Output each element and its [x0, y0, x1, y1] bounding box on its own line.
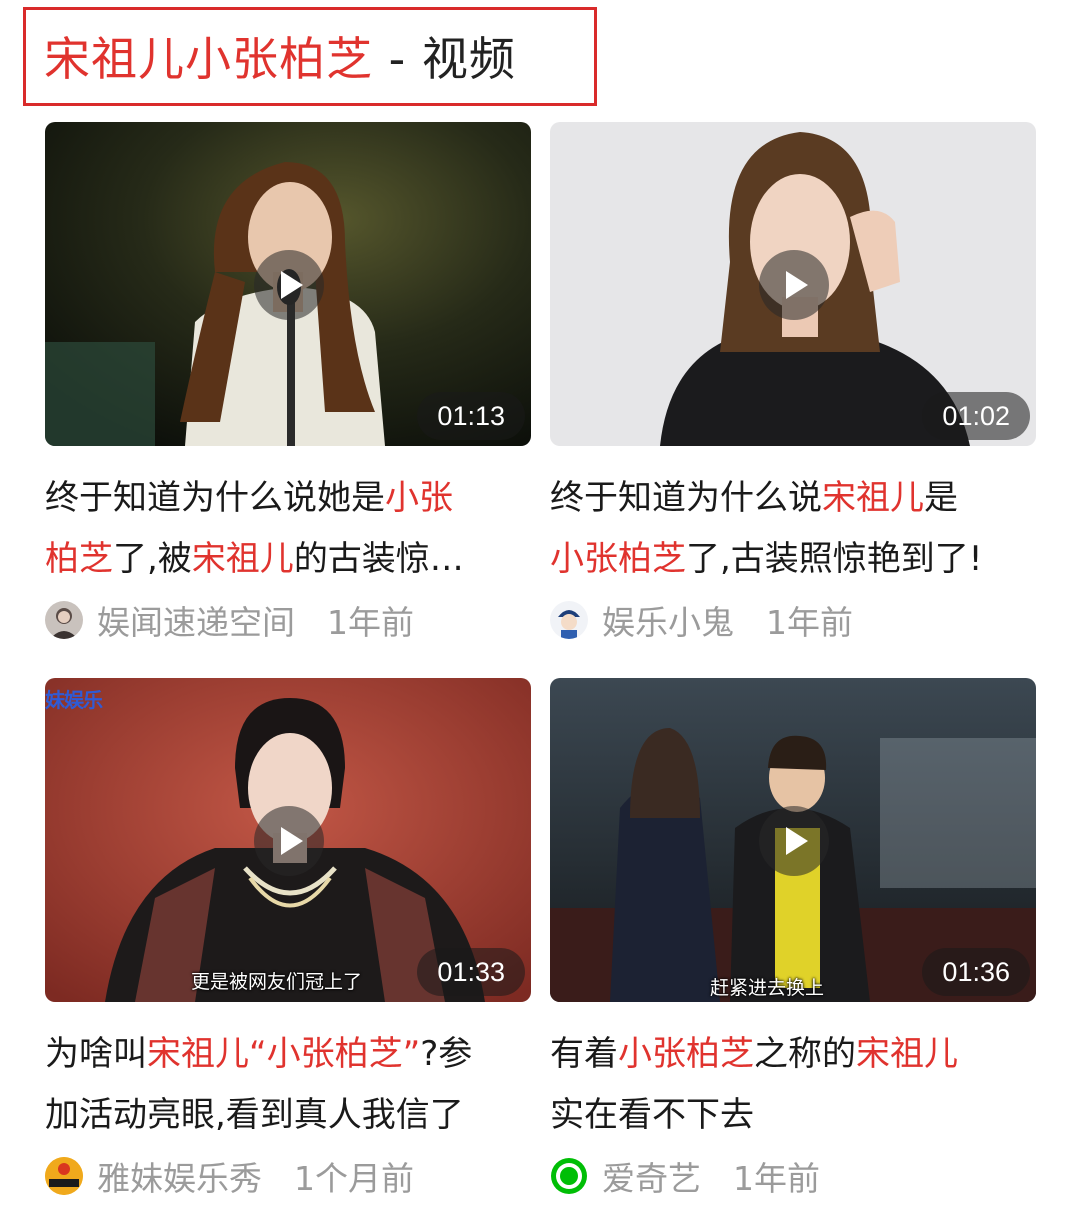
section-separator: -: [373, 32, 422, 86]
video-meta: 雅妹娱乐秀 1个月前: [45, 1154, 414, 1198]
play-icon[interactable]: [254, 806, 324, 876]
publish-time: 1年前: [766, 603, 853, 642]
video-title-line-2: 实在看不下去: [550, 1095, 754, 1135]
video-meta: 爱奇艺 1年前: [550, 1154, 820, 1198]
video-title-line-1: 终于知道为什么说宋祖儿是: [550, 478, 958, 518]
video-duration: 01:33: [417, 948, 525, 996]
cartoon-avatar-icon[interactable]: [550, 601, 588, 639]
video-duration: 01:13: [417, 392, 525, 440]
section-keyword: 宋祖儿小张柏芝: [44, 32, 373, 86]
publish-time: 1年前: [327, 603, 414, 642]
author-name[interactable]: 雅妹娱乐秀: [97, 1152, 262, 1200]
section-title[interactable]: 宋祖儿小张柏芝 - 视频: [44, 26, 516, 92]
video-title-line-2: 柏芝了,被宋祖儿的古装惊…: [45, 539, 464, 579]
video-title-line-2: 加活动亮眼,看到真人我信了: [45, 1095, 464, 1135]
channel-watermark: 妹娱乐: [45, 688, 103, 712]
video-title[interactable]: 终于知道为什么说她是小张 柏芝了,被宋祖儿的古装惊…: [45, 468, 531, 590]
author-name[interactable]: 爱奇艺: [602, 1152, 701, 1200]
video-duration: 01:02: [922, 392, 1030, 440]
play-icon[interactable]: [759, 806, 829, 876]
section-label: 视频: [421, 32, 516, 86]
video-thumbnail[interactable]: 赶紧进去换上 01:36: [550, 678, 1036, 1002]
play-icon[interactable]: [759, 250, 829, 320]
video-title[interactable]: 终于知道为什么说宋祖儿是 小张柏芝了,古装照惊艳到了!: [550, 468, 1036, 590]
video-meta: 娱闻速递空间 1年前: [45, 598, 414, 642]
publish-time: 1个月前: [294, 1159, 414, 1198]
play-icon[interactable]: [254, 250, 324, 320]
video-title-line-1: 有着小张柏芝之称的宋祖儿: [550, 1034, 958, 1074]
video-subtitle: 赶紧进去换上: [710, 977, 825, 999]
video-title-line-2: 小张柏芝了,古装照惊艳到了!: [550, 539, 983, 579]
iqiyi-logo-avatar-icon[interactable]: [550, 1157, 588, 1195]
video-title-line-1: 终于知道为什么说她是小张: [45, 478, 453, 518]
video-title[interactable]: 有着小张柏芝之称的宋祖儿 实在看不下去: [550, 1024, 1036, 1146]
video-subtitle: 更是被网友们冠上了: [191, 971, 363, 993]
publish-time: 1年前: [733, 1159, 820, 1198]
video-meta: 娱乐小鬼 1年前: [550, 598, 853, 642]
video-title-line-1: 为啥叫宋祖儿“小张柏芝”?参: [45, 1034, 473, 1074]
video-duration: 01:36: [922, 948, 1030, 996]
author-name[interactable]: 娱乐小鬼: [602, 596, 734, 644]
video-thumbnail[interactable]: 妹娱乐 更是被网友们冠上了 01:33: [45, 678, 531, 1002]
person-avatar-icon[interactable]: [45, 601, 83, 639]
author-name[interactable]: 娱闻速递空间: [97, 596, 295, 644]
video-title[interactable]: 为啥叫宋祖儿“小张柏芝”?参 加活动亮眼,看到真人我信了: [45, 1024, 531, 1146]
venue-logo-avatar-icon[interactable]: [45, 1157, 83, 1195]
video-thumbnail[interactable]: 01:02: [550, 122, 1036, 446]
video-thumbnail[interactable]: 01:13: [45, 122, 531, 446]
